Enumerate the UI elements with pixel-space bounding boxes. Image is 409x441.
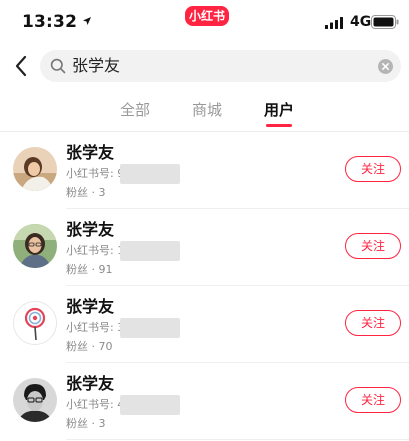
photo-avatar-icon[interactable]: [13, 224, 57, 268]
battery-icon: [371, 15, 399, 29]
status-bar: 13:32 小红书 4G: [0, 0, 409, 46]
tab-users[interactable]: 用户: [264, 100, 294, 120]
list-item[interactable]: 张学友 小红书号: 3 粉丝 · 70 关注: [0, 286, 409, 363]
tab-mall[interactable]: 商城: [192, 100, 222, 120]
user-name: 张学友: [66, 220, 115, 239]
list-item[interactable]: 张学友 小红书号: 4 粉丝 · 3 关注: [0, 363, 409, 440]
redacted-block: [120, 241, 180, 261]
user-fans-count: 粉丝 · 91: [66, 263, 113, 276]
user-id: 小红书号: 9: [66, 167, 125, 180]
list-item[interactable]: 张学友 小红书号: 1 粉丝 · 91 关注: [0, 209, 409, 286]
active-tab-indicator: [266, 124, 292, 127]
redacted-block: [120, 164, 180, 184]
location-arrow-icon: [83, 17, 91, 25]
follow-button[interactable]: 关注: [345, 156, 401, 182]
search-query[interactable]: 张学友: [72, 55, 120, 77]
redacted-block: [120, 395, 180, 415]
user-list: 张学友 小红书号: 9 粉丝 · 3 关注 张学友 小红书号: 1 粉丝 · 9…: [0, 132, 409, 441]
signal-icon: [325, 17, 343, 29]
app-badge: 小红书: [185, 6, 229, 26]
user-fans-count: 粉丝 · 70: [66, 340, 113, 353]
search-input[interactable]: 张学友: [40, 50, 401, 82]
follow-button[interactable]: 关注: [345, 387, 401, 413]
follow-button[interactable]: 关注: [345, 233, 401, 259]
lollipop-avatar-icon[interactable]: [13, 301, 57, 345]
status-time: 13:32: [22, 12, 78, 32]
network-type: 4G: [350, 14, 372, 30]
user-name: 张学友: [66, 297, 115, 316]
redacted-block: [120, 318, 180, 338]
user-name: 张学友: [66, 374, 115, 393]
photo-avatar-icon[interactable]: [13, 378, 57, 422]
back-arrow-icon[interactable]: [12, 54, 30, 78]
follow-button[interactable]: 关注: [345, 310, 401, 336]
user-id: 小红书号: 3: [66, 321, 125, 334]
user-id: 小红书号: 4: [66, 398, 125, 411]
tab-all[interactable]: 全部: [120, 100, 150, 120]
user-name: 张学友: [66, 143, 115, 162]
user-id: 小红书号: 1: [66, 244, 125, 257]
user-fans-count: 粉丝 · 3: [66, 417, 106, 430]
user-fans-count: 粉丝 · 3: [66, 186, 106, 199]
search-icon: [50, 58, 66, 74]
photo-avatar-icon[interactable]: [13, 147, 57, 191]
list-item[interactable]: 张学友 小红书号: 9 粉丝 · 3 关注: [0, 132, 409, 209]
tab-bar: 全部 商城 用户: [0, 96, 409, 130]
clear-icon[interactable]: [378, 59, 393, 74]
